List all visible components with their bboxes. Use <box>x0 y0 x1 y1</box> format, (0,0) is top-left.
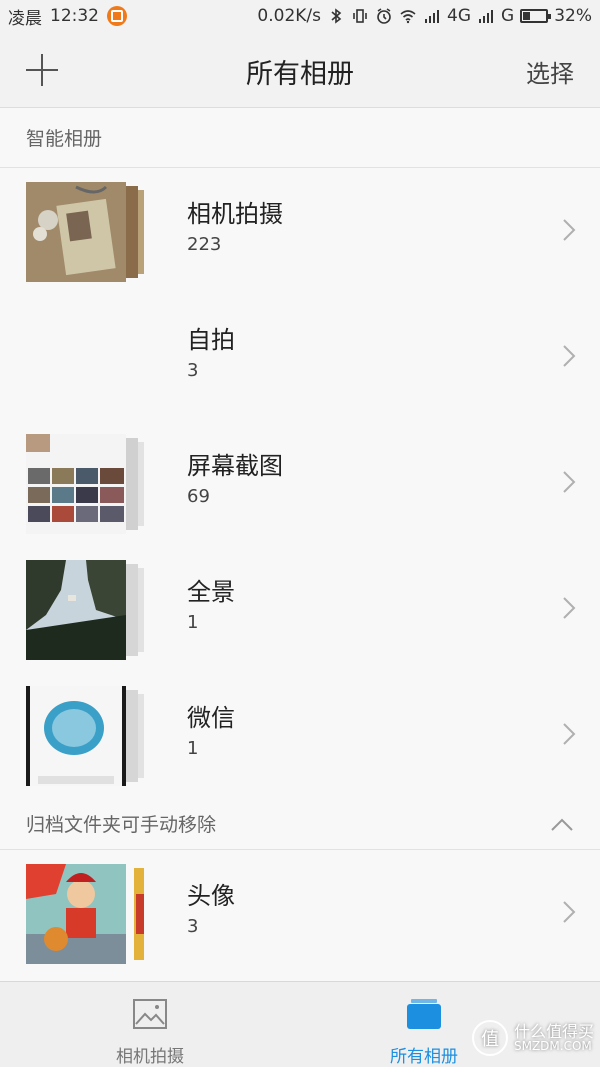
section-title: 智能相册 <box>26 128 103 150</box>
album-cover-image <box>26 864 126 964</box>
album-name: 自拍 <box>187 326 235 354</box>
chevron-right-icon <box>563 345 576 367</box>
tab-camera[interactable]: 相机拍摄 <box>0 982 300 1067</box>
watermark-text-bottom: SMZDM.COM <box>513 1039 592 1054</box>
select-button[interactable]: 选择 <box>526 54 574 89</box>
album-name: 相机拍摄 <box>187 200 283 228</box>
album-name: 全景 <box>187 578 235 606</box>
chevron-right-icon <box>563 471 576 493</box>
clock-time: 12:32 <box>50 6 99 26</box>
album-name: 头像 <box>187 882 235 910</box>
album-row-camera[interactable]: 相机拍摄 223 <box>0 168 600 294</box>
title-bar: 所有相册 选择 <box>0 32 600 108</box>
album-thumbnail-avatar <box>26 864 150 964</box>
signal-icon-2 <box>479 10 494 23</box>
section-header-smart-albums: 智能相册 <box>0 108 600 168</box>
album-row-avatar[interactable]: 头像 3 <box>0 850 600 976</box>
tab-camera-label: 相机拍摄 <box>116 1047 184 1067</box>
album-cover-image <box>26 560 126 660</box>
chevron-up-icon[interactable] <box>550 818 574 832</box>
status-bar: 凌晨 12:32 0.02K/s 4G G 32% <box>0 0 600 32</box>
vibrate-icon <box>353 9 367 23</box>
album-name: 屏幕截图 <box>187 452 283 480</box>
bluetooth-icon <box>331 8 342 24</box>
image-icon <box>133 999 167 1029</box>
signal-icon <box>425 10 440 23</box>
chevron-right-icon <box>563 723 576 745</box>
album-thumbnail-selfie <box>26 308 150 408</box>
album-thumbnail-screenshots <box>26 434 150 534</box>
network-type-2: G <box>501 6 515 26</box>
watermark-logo: 值 <box>471 1020 508 1056</box>
album-thumbnail-camera <box>26 182 150 282</box>
battery-percent: 32% <box>554 6 592 26</box>
album-cover-image <box>26 182 126 282</box>
album-cover-image <box>26 686 126 786</box>
album-count: 1 <box>187 612 199 633</box>
wifi-icon <box>400 10 416 24</box>
album-thumbnail-panorama <box>26 560 150 660</box>
chevron-right-icon <box>563 901 576 923</box>
album-row-panorama[interactable]: 全景 1 <box>0 546 600 672</box>
album-row-screenshots[interactable]: 屏幕截图 69 <box>0 420 600 546</box>
album-name: 微信 <box>187 704 235 732</box>
album-count: 3 <box>187 916 199 937</box>
section-title: 归档文件夹可手动移除 <box>26 814 217 836</box>
chevron-right-icon <box>563 597 576 619</box>
alarm-icon <box>377 8 391 24</box>
album-thumbnail-wechat <box>26 686 150 786</box>
page-title: 所有相册 <box>246 59 354 90</box>
album-count: 3 <box>187 360 199 381</box>
battery-icon <box>520 9 552 23</box>
album-count: 69 <box>187 486 210 507</box>
album-cover-image <box>26 434 126 534</box>
album-count: 1 <box>187 738 199 759</box>
notification-app-icon <box>107 6 127 26</box>
album-row-wechat[interactable]: 微信 1 <box>0 672 600 798</box>
albums-folder-icon <box>407 999 441 1029</box>
chevron-right-icon <box>563 219 576 241</box>
time-prefix: 凌晨 <box>8 8 42 29</box>
network-type-1: 4G <box>447 6 472 26</box>
album-count: 223 <box>187 234 222 255</box>
smzdm-watermark: 值 什么值得买 SMZDM.COM <box>471 1020 594 1056</box>
watermark-text-top: 什么值得买 <box>513 1021 594 1041</box>
network-speed: 0.02K/s <box>257 6 322 26</box>
album-row-selfie[interactable]: 自拍 3 <box>0 294 600 420</box>
section-header-archive[interactable]: 归档文件夹可手动移除 <box>0 798 600 850</box>
